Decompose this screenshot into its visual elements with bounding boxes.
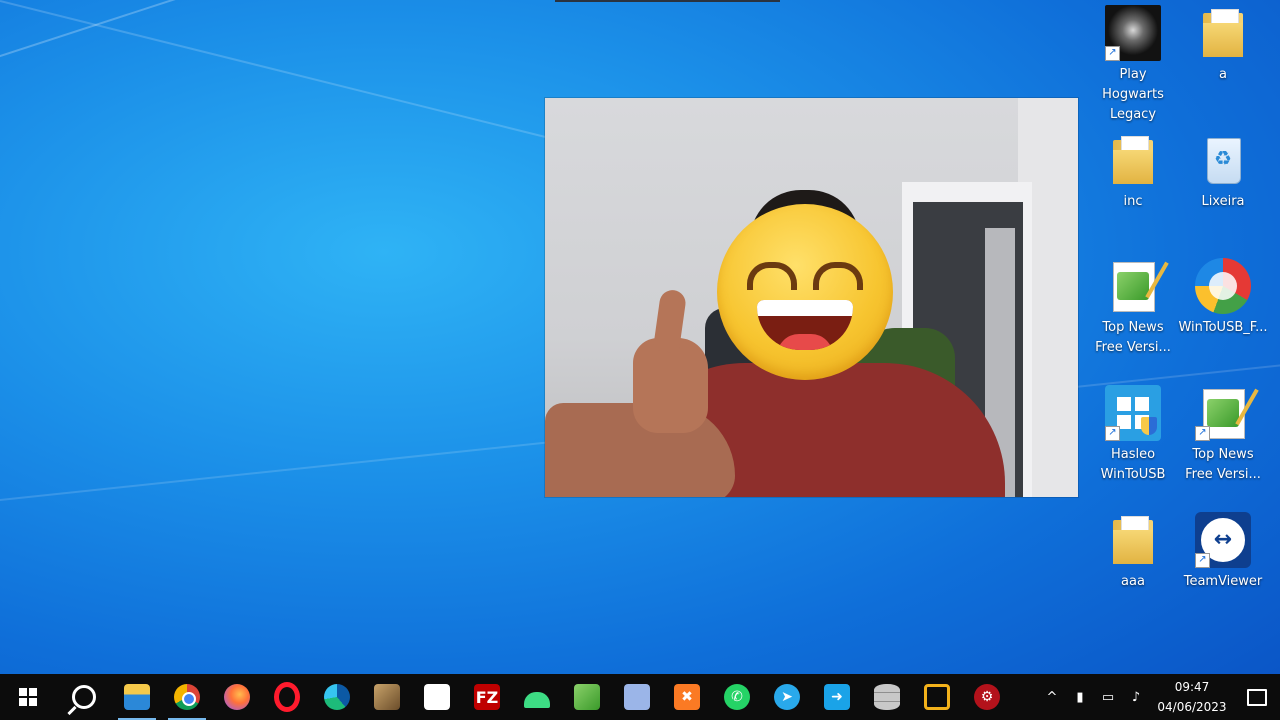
folder-icon (1195, 5, 1251, 61)
desktop-icon-label: Play Hogwarts Legacy (1102, 67, 1164, 122)
hogwarts-legacy-icon: ↗ (1105, 5, 1161, 61)
database-icon (874, 684, 900, 710)
teamviewer-icon: ↔ ↗ (1195, 512, 1251, 568)
hasleo-wintousb-icon: ↗ (1105, 385, 1161, 441)
office-app-icon (424, 684, 450, 710)
search-icon (72, 685, 96, 709)
red-gear-icon: ⚙ (974, 684, 1000, 710)
taskbar-filezilla[interactable]: FZ (462, 674, 512, 720)
desktop-icon-top-news-1[interactable]: Top News Free Versi... (1088, 258, 1178, 358)
chrome-icon (174, 684, 200, 710)
desktop-icon-label: Top News Free Versi... (1095, 320, 1171, 355)
window-edge (555, 0, 780, 2)
emoji-eye (747, 262, 797, 290)
recycle-bin-icon: ♻ (1195, 132, 1251, 188)
desktop-icon-label: WinToUSB_F... (1178, 320, 1268, 335)
desktop-icon-label: a (1219, 67, 1227, 82)
desktop-icon-aaa[interactable]: aaa (1088, 512, 1178, 592)
tray-chevron-icon[interactable]: ^ (1038, 674, 1066, 720)
desktop-icon-label: aaa (1121, 574, 1145, 589)
file-explorer-icon (124, 684, 150, 710)
notepadpp-icon (574, 684, 600, 710)
desktop-icon-label: Lixeira (1201, 194, 1245, 209)
network-icon[interactable]: ▭ (1094, 674, 1122, 720)
search-button[interactable] (56, 674, 112, 720)
taskbar-android-studio[interactable] (512, 674, 562, 720)
taskbar-tools-app[interactable] (362, 674, 412, 720)
desktop-icon-hogwarts-legacy[interactable]: ↗ Play Hogwarts Legacy (1088, 5, 1178, 125)
desktop-icon-inc[interactable]: inc (1088, 132, 1178, 212)
notepadpp-document-icon: ↗ (1195, 385, 1259, 441)
taskbar-obs[interactable] (612, 674, 662, 720)
edge-icon (324, 684, 350, 710)
desktop-icon-teamviewer[interactable]: ↔ ↗ TeamViewer (1178, 512, 1268, 592)
taskbar-office-app[interactable] (412, 674, 462, 720)
start-button[interactable] (0, 674, 56, 720)
taskbar-xampp[interactable]: ✖ (662, 674, 712, 720)
folder-icon (1105, 132, 1161, 188)
telegram-icon: ➤ (774, 684, 800, 710)
desktop-icon-label: Hasleo WinToUSB (1100, 447, 1166, 482)
tray-clock[interactable]: 09:47 04/06/2023 (1150, 677, 1234, 717)
taskbar-red-gear[interactable]: ⚙ (962, 674, 1012, 720)
clock-time: 09:47 (1174, 680, 1210, 694)
shortcut-arrow-icon: ↗ (1195, 426, 1210, 441)
opera-icon (274, 682, 300, 712)
desktop-icon-hasleo-wintousb[interactable]: ↗ Hasleo WinToUSB (1088, 385, 1178, 485)
desktop-icon-label: inc (1123, 194, 1143, 209)
taskbar-telegram[interactable]: ➤ (762, 674, 812, 720)
windows-start-icon (19, 688, 37, 706)
taskbar-database[interactable] (862, 674, 912, 720)
firefox-icon (224, 684, 250, 710)
taskbar-whatsapp[interactable]: ✆ (712, 674, 762, 720)
taskbar-file-explorer[interactable] (112, 674, 162, 720)
taskbar-opera[interactable] (262, 674, 312, 720)
android-icon (524, 692, 550, 708)
remote-desktop-icon: ➜ (824, 684, 850, 710)
xampp-icon: ✖ (674, 684, 700, 710)
battery-icon[interactable]: ▮ (1066, 674, 1094, 720)
emoji-eye (813, 262, 863, 290)
webcam-preview-window[interactable] (545, 98, 1078, 497)
emoji-tongue (777, 334, 833, 350)
clock-date: 04/06/2023 (1157, 700, 1227, 714)
desktop-icon-wintousb[interactable]: WinToUSB_F... (1178, 258, 1268, 338)
taskbar-firefox[interactable] (212, 674, 262, 720)
desktop-icon-label: TeamViewer (1183, 574, 1263, 589)
filezilla-icon: FZ (474, 684, 500, 710)
shortcut-arrow-icon: ↗ (1195, 553, 1210, 568)
desktop-icon-label: Top News Free Versi... (1185, 447, 1261, 482)
whatsapp-icon: ✆ (724, 684, 750, 710)
emoji-mouth (757, 300, 853, 350)
wintousb-icon (1195, 258, 1251, 314)
desktop-icon-a[interactable]: a (1178, 5, 1268, 85)
taskbar-edge[interactable] (312, 674, 362, 720)
shortcut-arrow-icon: ↗ (1105, 46, 1120, 61)
desktop-icon-top-news-2[interactable]: ↗ Top News Free Versi... (1178, 385, 1268, 485)
vmware-icon (924, 684, 950, 710)
notification-icon (1247, 688, 1267, 706)
notepadpp-document-icon (1105, 258, 1169, 314)
tools-app-icon (374, 684, 400, 710)
volume-icon[interactable]: ♪ (1122, 674, 1150, 720)
shortcut-arrow-icon: ↗ (1105, 426, 1120, 441)
emoji-teeth (757, 300, 853, 316)
grinning-face-emoji-icon (717, 204, 893, 380)
obs-icon (624, 684, 650, 710)
desktop-icon-lixeira[interactable]: ♻ Lixeira (1178, 132, 1268, 212)
taskbar-remote-desktop[interactable]: ➜ (812, 674, 862, 720)
taskbar-notepadpp[interactable] (562, 674, 612, 720)
folder-icon (1105, 512, 1161, 568)
taskbar-chrome[interactable] (162, 674, 212, 720)
notification-center-button[interactable] (1234, 674, 1280, 720)
taskbar: FZ ✖ ✆ ➤ ➜ ⚙ ^ ▮ ▭ ♪ 09:47 04/06/2023 (0, 674, 1280, 720)
system-tray: ^ ▮ ▭ ♪ 09:47 04/06/2023 (1038, 674, 1280, 720)
taskbar-vmware[interactable] (912, 674, 962, 720)
